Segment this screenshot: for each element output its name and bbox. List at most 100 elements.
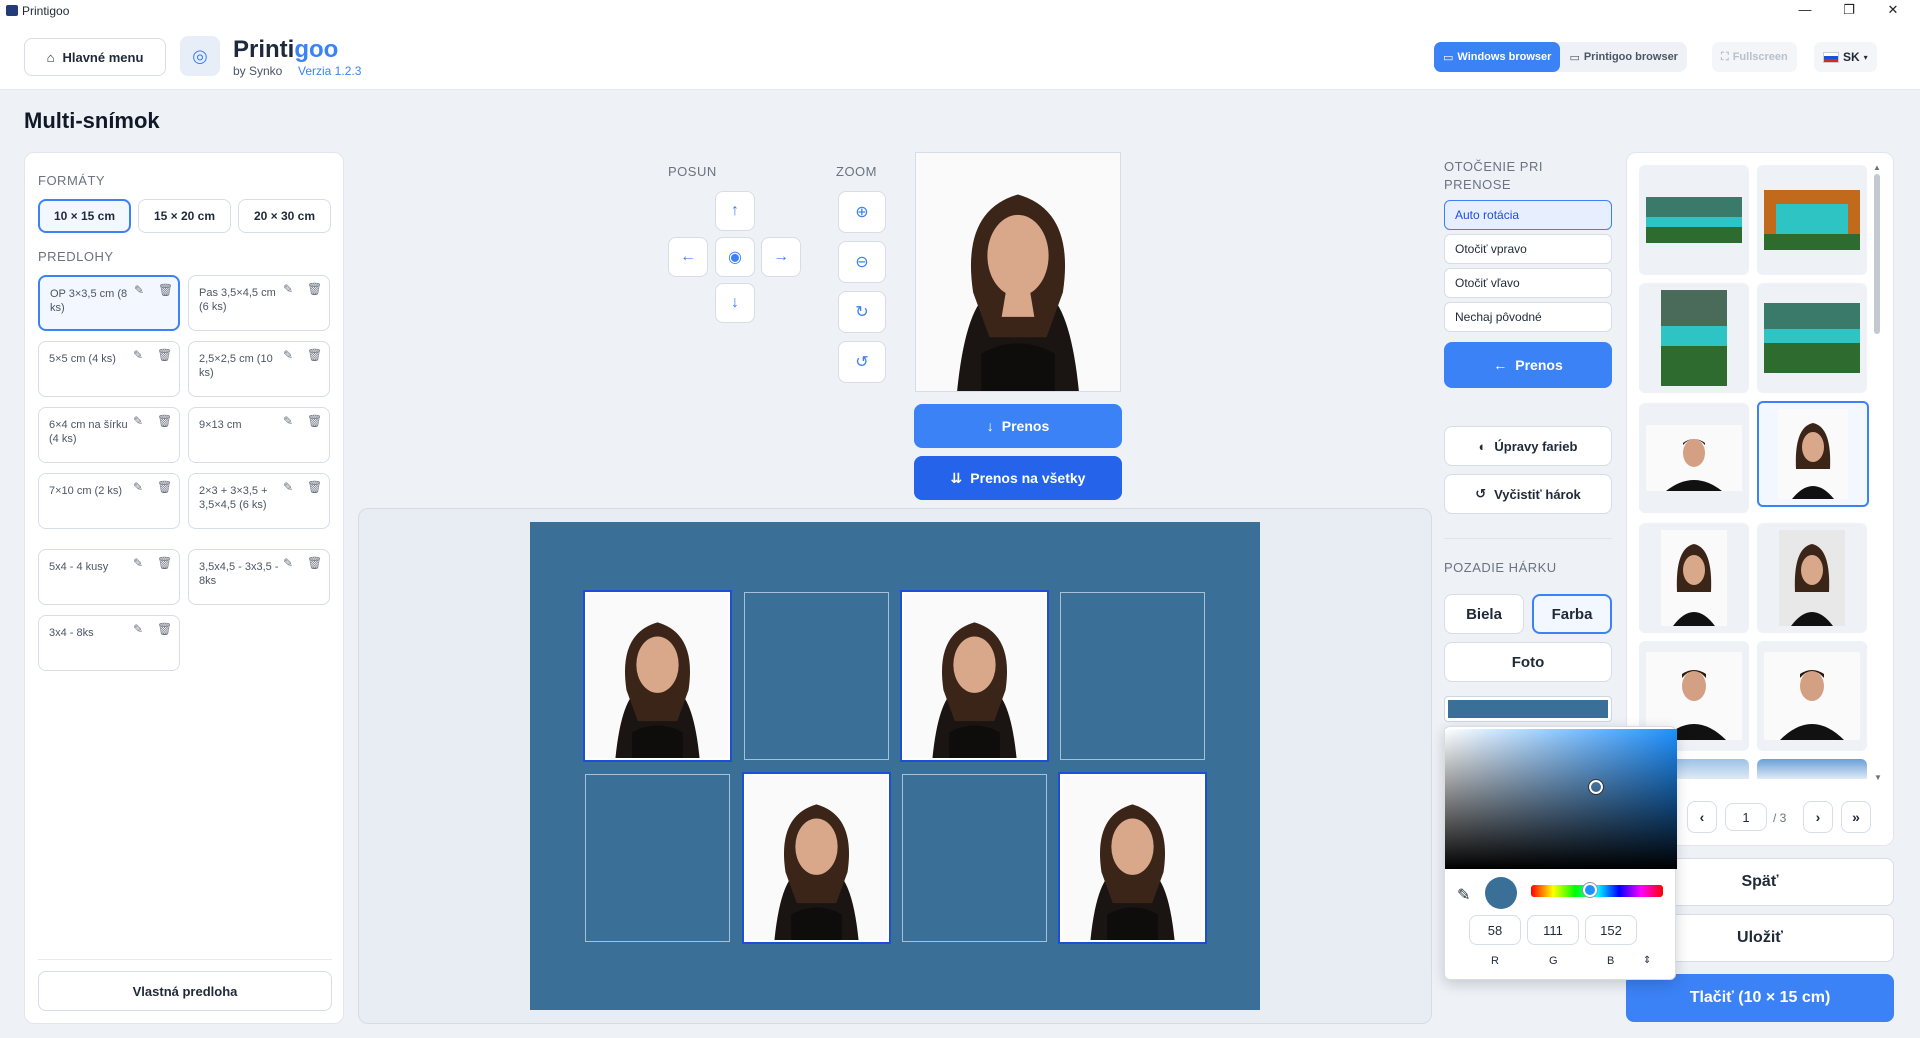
hue-slider[interactable] — [1531, 882, 1663, 898]
next-page-button[interactable]: › — [1803, 801, 1833, 833]
landscape-image — [1764, 303, 1860, 373]
format-10x15[interactable]: 10 × 15 cm — [38, 199, 131, 233]
gallery-thumbnail[interactable] — [1757, 759, 1867, 779]
rotate-ccw-button[interactable]: ↺ — [838, 341, 886, 383]
arrow-up-icon: ↑ — [731, 202, 739, 219]
move-down-button[interactable]: ↓ — [715, 283, 755, 323]
minimize-button[interactable]: — — [1790, 2, 1820, 20]
print-button[interactable]: Tlačiť (10 × 15 cm) — [1626, 974, 1894, 1022]
template-item[interactable]: 3,5x4,5 - 3x3,5 - 8ks ✎ 🗑 — [188, 549, 330, 605]
edit-icon: ✎ — [283, 480, 294, 494]
windows-browser-button[interactable]: ▭ Windows browser — [1434, 42, 1561, 72]
saturation-handle[interactable] — [1588, 779, 1604, 795]
sheet-slot-empty[interactable] — [585, 774, 730, 942]
move-up-button[interactable]: ↑ — [715, 191, 755, 231]
template-item[interactable]: 2×3 + 3×3,5 + 3,5×4,5 (6 ks) ✎ 🗑 — [188, 473, 330, 529]
formats-label: FORMÁTY — [38, 173, 106, 188]
auto-rotation-option[interactable]: Auto rotácia — [1444, 200, 1612, 230]
folder-icon: ▭ — [1569, 51, 1580, 64]
move-right-button[interactable]: → — [761, 237, 801, 277]
print-sheet[interactable] — [530, 522, 1260, 1010]
color-adjust-button[interactable]: ◐ Úpravy farieb — [1444, 426, 1612, 466]
edit-icon: ✎ — [133, 556, 144, 570]
red-input[interactable]: 58 — [1469, 915, 1521, 945]
rotate-cw-button[interactable]: ↻ — [838, 291, 886, 333]
format-15x20[interactable]: 15 × 20 cm — [138, 199, 231, 233]
bg-white-button[interactable]: Biela — [1444, 594, 1524, 634]
move-left-button[interactable]: ← — [668, 237, 708, 277]
gallery-thumbnail[interactable] — [1757, 523, 1867, 633]
chevron-down-icon: ▾ — [1863, 52, 1868, 62]
rotate-left-option[interactable]: Otočiť vľavo — [1444, 268, 1612, 298]
custom-template-button[interactable]: Vlastná predloha — [38, 971, 332, 1011]
format-20x30[interactable]: 20 × 30 cm — [238, 199, 331, 233]
sheet-slot-empty[interactable] — [902, 774, 1047, 942]
format-toggle-icon[interactable]: ⇕ — [1643, 955, 1651, 966]
sheet-slot-empty[interactable] — [1060, 592, 1205, 760]
sheet-slot-filled[interactable] — [742, 772, 891, 944]
portrait-image — [746, 776, 887, 940]
eyedropper-icon[interactable]: ✎ — [1457, 885, 1470, 905]
clear-sheet-button[interactable]: ↺ Vyčistiť hárok — [1444, 474, 1612, 514]
close-button[interactable]: ✕ — [1878, 2, 1908, 20]
template-item[interactable]: 2,5×2,5 cm (10 ks) ✎ 🗑 — [188, 341, 330, 397]
language-select[interactable]: SK ▾ — [1814, 42, 1877, 72]
sheet-slot-filled[interactable] — [583, 590, 732, 762]
photo-preview[interactable] — [915, 152, 1121, 392]
template-item[interactable]: OP 3×3,5 cm (8 ks) ✎ 🗑 — [38, 275, 180, 331]
rotate-right-option[interactable]: Otočiť vpravo — [1444, 234, 1612, 264]
blue-label: B — [1607, 955, 1615, 967]
sheet-slot-empty[interactable] — [744, 592, 889, 760]
bg-color-button[interactable]: Farba — [1532, 594, 1612, 634]
template-item[interactable]: 5x4 - 4 kusy ✎ 🗑 — [38, 549, 180, 605]
prenos-left-button[interactable]: ← Prenos — [1444, 342, 1612, 388]
template-item[interactable]: 9×13 cm ✎ 🗑 — [188, 407, 330, 463]
prenos-all-button[interactable]: ⇊ Prenos na všetky — [914, 456, 1122, 500]
gallery-thumbnail-selected[interactable] — [1757, 401, 1869, 507]
bg-label: POZADIE HÁRKU — [1444, 560, 1557, 575]
trash-icon: 🗑 — [307, 556, 323, 570]
maximize-button[interactable]: ❐ — [1834, 2, 1864, 20]
bg-photo-button[interactable]: Foto — [1444, 642, 1612, 682]
printigoo-browser-button[interactable]: ▭ Printigoo browser — [1560, 42, 1687, 72]
trash-icon: 🗑 — [157, 348, 173, 362]
template-item[interactable]: 3x4 - 8ks ✎ 🗑 — [38, 615, 180, 671]
blue-input[interactable]: 152 — [1585, 915, 1637, 945]
template-item[interactable]: Pas 3,5×4,5 cm (6 ks) ✎ 🗑 — [188, 275, 330, 331]
hue-handle[interactable] — [1582, 882, 1598, 898]
prev-page-button[interactable]: ‹ — [1687, 801, 1717, 833]
gallery-thumbnail[interactable] — [1639, 523, 1749, 633]
arrow-down-icon: ↓ — [731, 294, 739, 311]
gallery-thumbnail[interactable] — [1639, 165, 1749, 275]
saturation-area[interactable] — [1445, 729, 1677, 869]
gallery-thumbnail[interactable] — [1639, 403, 1749, 513]
last-page-button[interactable]: » — [1841, 801, 1871, 833]
gallery-scrollbar[interactable]: ▲ — [1873, 163, 1881, 777]
gallery-thumbnail[interactable] — [1757, 641, 1867, 751]
scroll-down-icon[interactable]: ▼ — [1874, 773, 1882, 782]
template-item[interactable]: 7×10 cm (2 ks) ✎ 🗑 — [38, 473, 180, 529]
scrollbar-thumb — [1874, 174, 1880, 334]
keep-original-option[interactable]: Nechaj pôvodné — [1444, 302, 1612, 332]
gallery-thumbnail[interactable] — [1757, 283, 1867, 393]
arrow-left-icon: ← — [680, 248, 696, 265]
zoom-in-button[interactable]: ⊕ — [838, 191, 886, 233]
home-button[interactable]: ⌂ Hlavné menu — [24, 38, 166, 76]
template-item[interactable]: 6×4 cm na šírku (4 ks) ✎ 🗑 — [38, 407, 180, 463]
trash-icon: 🗑 — [157, 622, 173, 636]
center-button[interactable]: ◉ — [715, 237, 755, 277]
green-input[interactable]: 111 — [1527, 915, 1579, 945]
page-input[interactable]: 1 — [1725, 803, 1767, 831]
fullscreen-button[interactable]: ⛶ Fullscreen — [1712, 42, 1797, 72]
gallery-thumbnail[interactable] — [1639, 283, 1749, 393]
portrait-image — [1062, 776, 1203, 940]
sheet-slot-filled[interactable] — [1058, 772, 1207, 944]
sheet-slot-filled[interactable] — [900, 590, 1049, 762]
zoom-out-button[interactable]: ⊖ — [838, 241, 886, 283]
trash-icon: 🗑 — [307, 414, 323, 428]
template-item[interactable]: 5×5 cm (4 ks) ✎ 🗑 — [38, 341, 180, 397]
templates-label: PREDLOHY — [38, 249, 114, 264]
prenos-button[interactable]: ↓ Prenos — [914, 404, 1122, 448]
color-swatch-button[interactable] — [1444, 696, 1612, 722]
gallery-thumbnail[interactable] — [1757, 165, 1867, 275]
